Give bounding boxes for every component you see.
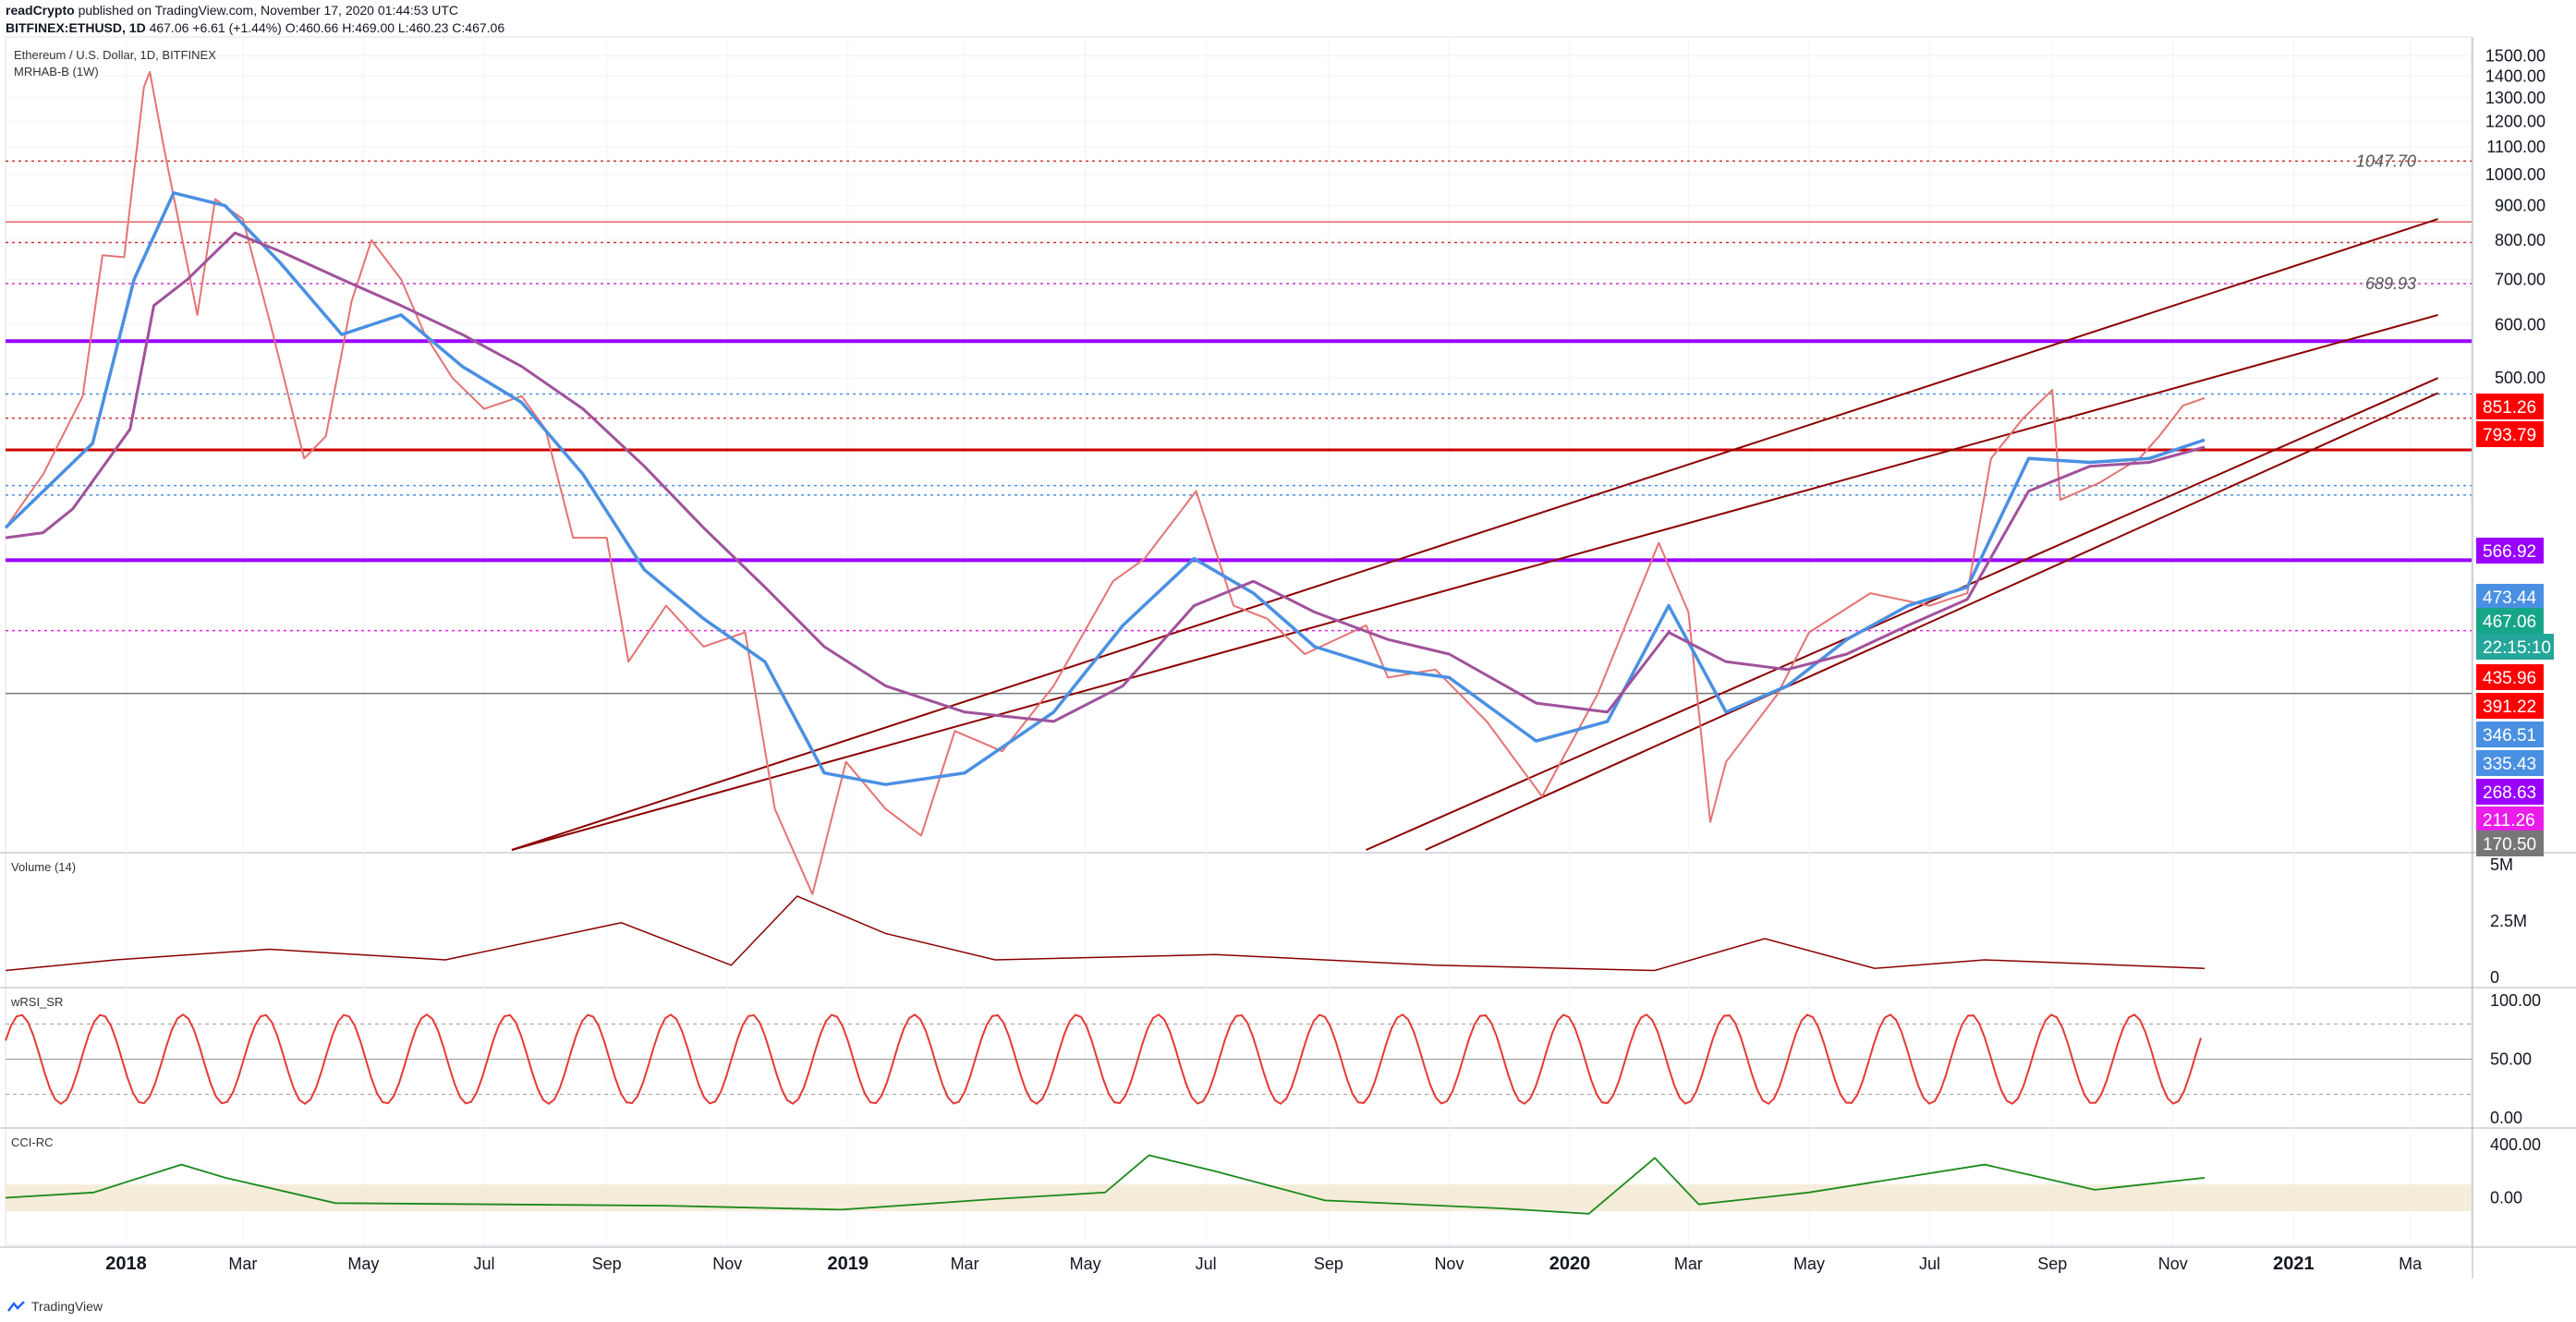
cci-tick-label: 400.00: [2490, 1135, 2541, 1154]
x-tick-label: Mar: [1674, 1255, 1703, 1273]
price-axis-label-text: 467.06: [2483, 612, 2536, 632]
price-axis-label-text: 211.26: [2483, 811, 2535, 831]
x-tick-label: Jul: [473, 1255, 494, 1273]
level-annotation: 689.93: [2365, 274, 2416, 293]
price-tick-label: 1500.00: [2485, 46, 2546, 65]
wrsi-legend[interactable]: wRSI_SR: [11, 995, 63, 1009]
x-tick-label: Sep: [1314, 1255, 1343, 1273]
rsi-tick-label: 100.00: [2490, 991, 2541, 1010]
rsi-tick-label: 50.00: [2490, 1050, 2532, 1069]
level-annotation: 1047.70: [2356, 152, 2416, 170]
indicator-legend[interactable]: MRHAB-B (1W): [14, 65, 99, 79]
last-price: 467.06: [149, 20, 189, 35]
price-axis-label-text: 170.50: [2483, 835, 2536, 855]
x-tick-label: Jul: [1919, 1255, 1940, 1273]
tradingview-logo-icon: [7, 1301, 25, 1312]
price-axis-label-text: 268.63: [2483, 783, 2536, 803]
ohlc-values: O:460.66 H:469.00 L:460.23 C:467.06: [285, 20, 505, 35]
main-legend-title[interactable]: Ethereum / U.S. Dollar, 1D, BITFINEX: [14, 48, 216, 62]
cci-tick-label: 0.00: [2490, 1189, 2522, 1207]
footer-brand[interactable]: TradingView: [31, 1299, 103, 1314]
price-axis-label-text: 566.92: [2483, 542, 2536, 562]
x-tick-label: May: [347, 1255, 379, 1273]
x-tick-label: Ma: [2399, 1255, 2423, 1273]
price-tick-label: 1300.00: [2485, 89, 2546, 107]
price-tick-label: 800.00: [2495, 231, 2546, 249]
x-tick-label: 2020: [1549, 1254, 1591, 1274]
price-axis-label-text: 851.26: [2483, 398, 2536, 418]
x-tick-label: Sep: [2037, 1255, 2067, 1273]
volume-legend[interactable]: Volume (14): [11, 860, 76, 874]
price-axis-label-text: 335.43: [2483, 755, 2536, 774]
x-tick-label: 2019: [828, 1254, 869, 1274]
price-tick-label: 1100.00: [2486, 138, 2546, 156]
price-axis-label-text: 473.44: [2483, 588, 2537, 608]
price-tick-label: 700.00: [2495, 270, 2546, 288]
price-tick-label: 900.00: [2495, 197, 2546, 215]
plot-frame: [5, 36, 2473, 1246]
volume-tick-label: 2.5M: [2490, 912, 2527, 930]
price-axis-label-text: 391.22: [2483, 697, 2536, 717]
x-tick-label: May: [1793, 1255, 1825, 1273]
x-tick-label: Nov: [1434, 1255, 1464, 1273]
price-tick-label: 1400.00: [2485, 67, 2546, 85]
x-tick-label: Mar: [228, 1255, 257, 1273]
footer: TradingView: [7, 1299, 103, 1314]
price-change: +6.61 (+1.44%): [192, 20, 282, 35]
chart-canvas[interactable]: 2018 Mar May Jul Sep Nov 2019 Mar May Jul Sep Nov 20…: [0, 0, 2576, 1322]
x-tick-label: Nov: [2158, 1255, 2188, 1273]
publish-info: published on TradingView.com, November 1…: [74, 3, 459, 18]
price-tick-label: 1200.00: [2485, 112, 2546, 130]
symbol-label: BITFINEX:ETHUSD, 1D: [6, 20, 146, 35]
x-tick-label: Sep: [592, 1255, 622, 1273]
price-axis-label-text: 793.79: [2483, 426, 2536, 445]
cci-legend[interactable]: CCI-RC: [11, 1135, 54, 1149]
quote-line: BITFINEX:ETHUSD, 1D 467.06 +6.61 (+1.44%…: [6, 20, 504, 35]
x-tick-label: May: [1070, 1255, 1101, 1273]
price-tick-label: 1000.00: [2485, 165, 2546, 184]
volume-tick-label: 0: [2490, 968, 2499, 987]
price-tick-label: 500.00: [2495, 369, 2546, 387]
author-name[interactable]: readCrypto: [6, 3, 75, 18]
x-tick-label: Mar: [951, 1255, 979, 1273]
volume-tick-label: 5M: [2490, 855, 2513, 874]
x-tick-label: Jul: [1196, 1255, 1217, 1273]
x-tick-label: 2018: [105, 1254, 147, 1274]
rsi-tick-label: 0.00: [2490, 1109, 2522, 1127]
price-tick-label: 600.00: [2495, 315, 2546, 334]
price-axis-label-text: 346.51: [2483, 726, 2536, 746]
price-axis-label-text: 22:15:10: [2483, 638, 2551, 658]
publisher-line: readCrypto published on TradingView.com,…: [6, 3, 458, 18]
price-axis-label-text: 435.96: [2483, 669, 2536, 688]
x-tick-label: 2021: [2273, 1254, 2315, 1274]
x-tick-label: Nov: [712, 1255, 742, 1273]
